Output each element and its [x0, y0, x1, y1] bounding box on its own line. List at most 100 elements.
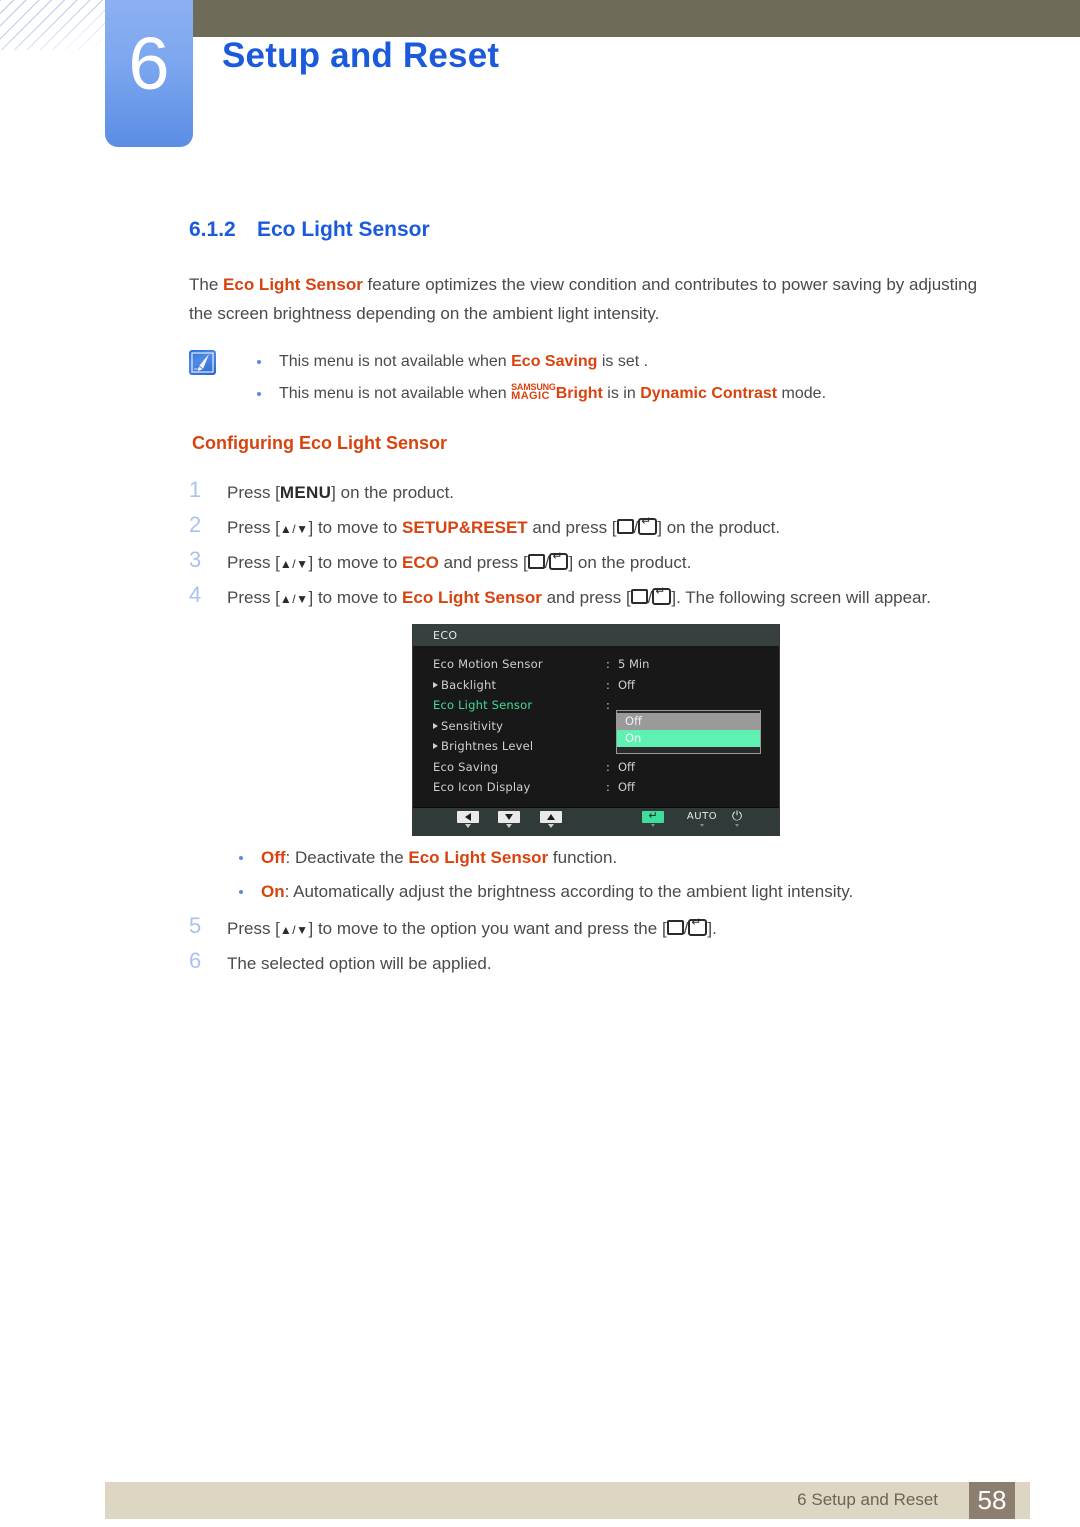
section-number: 6.1.2 — [189, 218, 236, 241]
note-block: This menu is not available when Eco Savi… — [189, 346, 1004, 410]
step-3-a: Press [ — [227, 553, 280, 572]
step-2-c: and press [ — [527, 518, 617, 537]
header-bar — [175, 0, 1080, 37]
step-5-b: ] to move to the option you want and pre… — [308, 919, 667, 938]
step-4-text: Press [▲/▼] to move to Eco Light Sensor … — [227, 585, 1019, 612]
step-2-number: 2 — [189, 512, 202, 537]
submenu-arrow-icon — [433, 722, 438, 729]
caret-icon — [735, 824, 739, 827]
updown-arrow-keys-icon: ▲/▼ — [279, 557, 309, 571]
caret-icon — [651, 824, 655, 827]
dropdown-option-on[interactable]: On — [617, 730, 760, 747]
osd-label: Eco Light Sensor — [433, 698, 533, 712]
note-2-mid: is in — [602, 385, 641, 402]
caret-icon — [506, 824, 512, 828]
step-3-b: ] to move to — [308, 553, 403, 572]
enter-key-icon — [638, 515, 658, 535]
option-bullet-on: On: Automatically adjust the brightness … — [227, 879, 1061, 905]
enter-icon: ↵ — [642, 809, 664, 823]
osd-colon: : — [606, 759, 610, 774]
note-item-2: This menu is not available when SAMSUNG M… — [247, 378, 1004, 410]
osd-row-eco-saving[interactable]: Eco Saving : Off — [413, 757, 779, 778]
step-1-text: Press [MENU] on the product. — [227, 480, 1019, 506]
submenu-arrow-icon — [433, 743, 438, 749]
step-1: 1 Press [MENU] on the product. — [189, 477, 1019, 506]
step-5-d: ]. — [707, 919, 717, 938]
configuring-heading: Configuring Eco Light Sensor — [192, 433, 447, 453]
down-arrow-icon — [498, 811, 520, 823]
step-3: 3 Press [▲/▼] to move to ECO and press [… — [189, 547, 1019, 577]
step-2-a: Press [ — [227, 518, 280, 537]
osd-row-eco-motion-sensor[interactable]: Eco Motion Sensor : 5 Min — [413, 654, 779, 675]
osd-label: Brightnes Level — [433, 736, 533, 757]
note-1-term: Eco Saving — [511, 353, 598, 370]
step-2-d: ] on the product. — [657, 518, 781, 537]
step-4: 4 Press [▲/▼] to move to Eco Light Senso… — [189, 582, 1019, 612]
option-off-post: function. — [548, 848, 618, 867]
note-2-pre: This menu is not available when — [279, 385, 512, 402]
note-2-term: Dynamic Contrast — [640, 385, 778, 402]
updown-arrow-keys-icon: ▲/▼ — [279, 522, 309, 536]
osd-value: Off — [618, 677, 635, 692]
left-arrow-button[interactable] — [454, 811, 482, 828]
dropdown-option-off[interactable]: Off — [617, 713, 760, 730]
option-off-term2: Eco Light Sensor — [408, 848, 549, 867]
step-5-a: Press [ — [227, 919, 280, 938]
osd-colon: : — [606, 657, 610, 671]
up-arrow-icon — [540, 811, 562, 823]
step-1-a: Press [ — [227, 483, 280, 502]
submenu-arrow-icon — [433, 681, 438, 688]
auto-button[interactable]: AUTO — [682, 811, 722, 827]
source-key-icon — [527, 554, 545, 569]
osd-value: 5 Min — [618, 657, 650, 671]
step-6-text: The selected option will be applied. — [227, 954, 492, 973]
step-1-b: ] on the product. — [331, 483, 455, 502]
osd-label: Backlight — [433, 675, 496, 696]
power-button[interactable]: ⏻ — [723, 809, 751, 827]
magic-bottom-text: MAGIC — [511, 390, 550, 402]
source-key-icon — [616, 519, 634, 534]
intro-paragraph: The Eco Light Sensor feature optimizes t… — [189, 270, 1004, 328]
step-2-term: SETUP&RESET — [402, 518, 528, 537]
menu-key-label: MENU — [279, 483, 332, 502]
note-pencil-icon — [189, 350, 216, 375]
option-off-pre: : Deactivate the — [285, 848, 409, 867]
chapter-number-badge: 6 — [105, 0, 193, 147]
up-arrow-button[interactable] — [537, 811, 565, 828]
magic-word: Bright — [555, 385, 603, 402]
step-4-number: 4 — [189, 582, 202, 607]
eco-light-sensor-dropdown[interactable]: Off On — [616, 710, 761, 754]
step-6-number: 6 — [189, 948, 202, 973]
source-key-icon — [666, 920, 684, 935]
option-on-term: On — [261, 882, 285, 901]
updown-arrow-keys-icon: ▲/▼ — [279, 923, 309, 937]
note-1-post: is set . — [597, 353, 649, 370]
enter-button[interactable]: ↵ — [639, 809, 667, 827]
osd-row-backlight[interactable]: Backlight : Off — [413, 675, 779, 696]
down-arrow-button[interactable] — [495, 811, 523, 828]
caret-icon — [465, 824, 471, 828]
enter-glyph: ↵ — [648, 809, 658, 822]
option-bullet-off: Off: Deactivate the Eco Light Sensor fun… — [227, 845, 1061, 871]
step-2-b: ] to move to — [308, 518, 403, 537]
osd-value: Off — [618, 759, 635, 774]
osd-label-text: Brightnes Level — [441, 739, 534, 753]
footer-text: 6 Setup and Reset — [797, 1490, 938, 1509]
step-3-term: ECO — [402, 553, 439, 572]
step-5-number: 5 — [189, 913, 202, 938]
caret-icon — [548, 824, 554, 828]
step-2: 2 Press [▲/▼] to move to SETUP&RESET and… — [189, 512, 1019, 542]
power-icon: ⏻ — [731, 809, 743, 824]
step-5-text: Press [▲/▼] to move to the option you wa… — [227, 916, 1019, 943]
step-4-d: ]. The following screen will appear. — [671, 588, 931, 607]
osd-row-eco-icon-display[interactable]: Eco Icon Display : Off — [413, 777, 779, 798]
osd-value: Off — [618, 780, 635, 794]
step-4-c: and press [ — [541, 588, 631, 607]
section-title: Eco Light Sensor — [257, 218, 430, 241]
note-item-1: This menu is not available when Eco Savi… — [247, 346, 1004, 378]
osd-colon: : — [606, 677, 610, 692]
step-3-number: 3 — [189, 547, 202, 572]
intro-lead: The — [189, 275, 224, 294]
osd-colon: : — [606, 698, 610, 712]
intro-term: Eco Light Sensor — [223, 275, 363, 294]
